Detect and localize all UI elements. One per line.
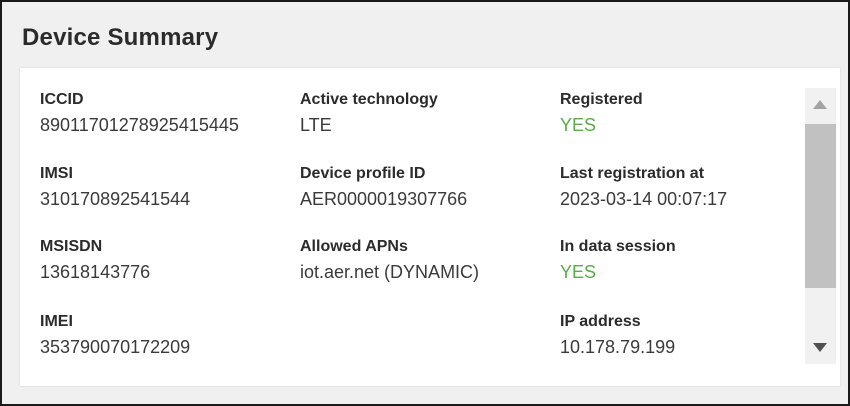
field-label: ICCID: [40, 91, 84, 108]
field-value: 89011701278925415445: [40, 115, 239, 135]
field-registered: Registered YES: [560, 90, 643, 136]
field-label: IMEI: [40, 313, 73, 330]
arrow-down-icon[interactable]: [813, 343, 827, 352]
field-value: 353790070172209: [40, 337, 191, 357]
field-label: MSISDN: [40, 238, 103, 255]
vertical-scrollbar[interactable]: [805, 88, 836, 364]
field-label: In data session: [560, 238, 676, 255]
field-value: LTE: [300, 115, 332, 135]
field-iccid: ICCID 89011701278925415445: [40, 90, 239, 136]
field-value: 13618143776: [40, 262, 151, 282]
device-summary-panel: Device Summary ICCID 8901170127892541544…: [0, 0, 850, 406]
field-last-registration: Last registration at 2023-03-14 00:07:17: [560, 164, 727, 210]
status-value: YES: [560, 262, 597, 282]
scrollbar-thumb[interactable]: [805, 124, 836, 288]
field-in-data-session: In data session YES: [560, 237, 676, 283]
device-summary-card: ICCID 89011701278925415445 Active techno…: [20, 68, 840, 386]
field-value: AER0000019307766: [300, 189, 468, 209]
field-active-technology: Active technology LTE: [300, 90, 438, 136]
field-label: Allowed APNs: [300, 238, 408, 255]
field-value: 10.178.79.199: [560, 337, 676, 357]
field-value: 310170892541544: [40, 189, 191, 209]
field-label: Active technology: [300, 91, 438, 108]
status-value: YES: [560, 115, 597, 135]
field-label: IMSI: [40, 165, 73, 182]
field-label: IP address: [560, 313, 641, 330]
field-label: Registered: [560, 91, 643, 108]
field-device-profile-id: Device profile ID AER0000019307766: [300, 164, 467, 210]
page-title: Device Summary: [22, 24, 219, 51]
field-msisdn: MSISDN 13618143776: [40, 237, 150, 283]
field-allowed-apns: Allowed APNs iot.aer.net (DYNAMIC): [300, 237, 479, 283]
field-imsi: IMSI 310170892541544: [40, 164, 190, 210]
field-imei: IMEI 353790070172209: [40, 312, 190, 358]
field-label: Device profile ID: [300, 165, 426, 182]
field-value: iot.aer.net (DYNAMIC): [300, 262, 480, 282]
field-label: Last registration at: [560, 165, 705, 182]
arrow-up-icon[interactable]: [813, 100, 827, 109]
field-ip-address: IP address 10.178.79.199: [560, 312, 675, 358]
field-value: 2023-03-14 00:07:17: [560, 189, 728, 209]
